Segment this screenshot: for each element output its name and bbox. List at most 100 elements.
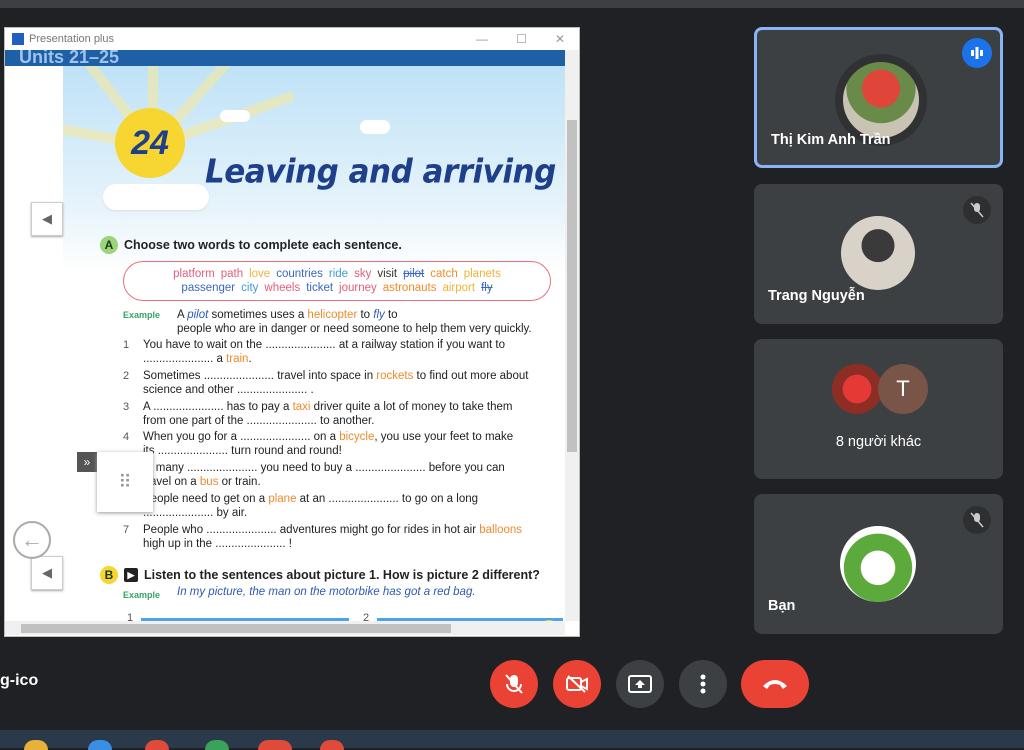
taskbar-app-icon[interactable]	[88, 740, 112, 750]
example-label: Example	[123, 310, 161, 320]
item-number: 2	[123, 370, 130, 382]
item-number: 4	[123, 431, 130, 443]
avatar-photo	[840, 526, 916, 602]
avatar-photo	[841, 216, 915, 290]
item-text: , you use your feet to make	[374, 431, 514, 443]
item-keyword: plane	[268, 493, 297, 505]
item-text: science and other ......................…	[143, 384, 314, 396]
play-audio-icon[interactable]: ▶	[124, 568, 138, 582]
mic-toggle-button[interactable]	[490, 660, 538, 708]
minimize-button[interactable]: —	[476, 32, 488, 46]
section-b-badge: B	[100, 566, 118, 584]
word-bank: platform path love countries ride sky visit pil…	[123, 261, 551, 301]
camera-toggle-button[interactable]	[553, 660, 601, 708]
word-bank-word: astronauts	[382, 282, 437, 294]
grid-menu-icon[interactable]: ⠿	[97, 452, 153, 512]
item-keyword: taxi	[292, 401, 311, 413]
section-b-example-label: Example	[123, 590, 161, 600]
word-bank-word: platform	[173, 268, 215, 280]
item-line-1: When you go for a ......................…	[143, 430, 563, 444]
item-text: to find out more about	[413, 370, 529, 382]
item-text: In many ...................... you need …	[143, 462, 505, 474]
book-header-text: Units 21–25	[19, 50, 120, 66]
meeting-name: g-ico	[0, 672, 39, 689]
avatar-photo	[843, 62, 919, 138]
taskbar-app-active-icon[interactable]	[258, 740, 292, 750]
word-bank-word: path	[220, 268, 244, 280]
item-number: 1	[123, 339, 130, 351]
example-answer-1: pilot	[187, 309, 209, 321]
vertical-scroll-thumb[interactable]	[567, 120, 577, 452]
taskbar-app-icon[interactable]	[320, 740, 344, 750]
word-bank-row-1: platform path love countries ride sky visit pil…	[124, 267, 550, 281]
avatar-initial: T	[878, 364, 928, 414]
item-text: .	[248, 353, 252, 365]
item-keyword: bus	[199, 476, 219, 488]
item-text: When you go for a ......................…	[143, 431, 340, 443]
unit-number-sun: 24	[115, 108, 185, 178]
cloud-icon	[103, 184, 209, 210]
word-bank-word: planets	[463, 268, 501, 280]
hang-up-icon	[763, 680, 787, 689]
item-text: ...................... a	[143, 353, 227, 365]
word-bank-word: pilot	[403, 268, 425, 280]
top-strip	[0, 0, 1024, 8]
present-screen-icon	[628, 675, 652, 693]
maximize-button[interactable]: ☐	[516, 32, 527, 46]
section-a-instruction: Choose two words to complete each senten…	[124, 238, 402, 252]
item-line-1: A ...................... has to pay a ta…	[143, 400, 563, 414]
leave-call-button[interactable]	[741, 660, 809, 708]
picture-1-number: 1	[127, 612, 134, 621]
participant-tile-1[interactable]: Thị Kim Anh Trần	[754, 27, 1003, 168]
participant-name: Bạn	[768, 598, 796, 614]
window-titlebar[interactable]: Presentation plus — ☐ ✕	[5, 28, 579, 50]
app-logo-icon	[12, 33, 24, 45]
item-number: 3	[123, 401, 130, 413]
word-bank-word: visit	[377, 268, 398, 280]
item-keyword: train	[226, 353, 249, 365]
participant-tile-others[interactable]: T 8 người khác	[754, 339, 1003, 479]
item-line-1: In many ...................... you need …	[143, 461, 563, 475]
avatar-photo	[832, 364, 882, 414]
example-text: to	[384, 309, 398, 321]
item-keyword: rockets	[376, 370, 414, 382]
close-button[interactable]: ✕	[555, 32, 565, 46]
back-circle-arrow-icon[interactable]: ←	[13, 521, 51, 559]
mic-off-icon	[963, 506, 991, 534]
example-line-2: people who are in danger or need someone…	[177, 323, 532, 335]
more-options-button[interactable]	[679, 660, 727, 708]
item-keyword: bicycle	[339, 431, 375, 443]
presentation-window: Presentation plus — ☐ ✕ Units 21–25 24 L…	[4, 27, 580, 637]
section-a-heading: A Choose two words to complete each sent…	[100, 236, 402, 254]
mic-off-icon	[505, 674, 523, 694]
item-line-1: People who ...................... advent…	[143, 523, 563, 537]
item-text: its ...................... turn round an…	[143, 445, 342, 457]
speaking-indicator-icon	[962, 38, 992, 68]
word-bank-word: sky	[354, 268, 372, 280]
chrome-icon[interactable]	[145, 740, 169, 750]
unit-title: Leaving and arriving	[205, 153, 556, 191]
prev-section-arrow[interactable]: ◀	[31, 556, 63, 590]
word-bank-word: passenger	[181, 282, 236, 294]
word-bank-word: journey	[339, 282, 377, 294]
word-bank-word: ride	[328, 268, 349, 280]
prev-page-arrow[interactable]: ◀	[31, 202, 63, 236]
item-text: from one part of the ...................…	[143, 415, 375, 427]
item-text: A ...................... has to pay a	[143, 401, 293, 413]
others-count-label: 8 người khác	[835, 434, 922, 450]
participant-tile-self[interactable]: Bạn	[754, 494, 1003, 634]
example-line-1: A pilot sometimes uses a helicopter to f…	[177, 308, 565, 322]
present-button[interactable]	[616, 660, 664, 708]
item-line-1: You have to wait on the ................…	[143, 338, 563, 352]
more-vert-icon	[700, 674, 706, 694]
horizontal-scroll-thumb[interactable]	[21, 624, 451, 633]
word-bank-word: fly	[481, 282, 493, 294]
item-line-1: Sometimes ...................... travel …	[143, 369, 563, 383]
file-explorer-icon[interactable]	[24, 740, 48, 750]
participant-tile-2[interactable]: Trang Nguyễn	[754, 184, 1003, 324]
item-line-1: People need to get on a plane at an ....…	[143, 492, 563, 506]
section-b-example: In my picture, the man on the motorbike …	[177, 586, 476, 598]
taskbar-app-icon[interactable]	[205, 740, 229, 750]
expand-toolbar-button[interactable]: »	[77, 452, 97, 472]
section-b-instruction: Listen to the sentences about picture 1.…	[144, 568, 540, 582]
